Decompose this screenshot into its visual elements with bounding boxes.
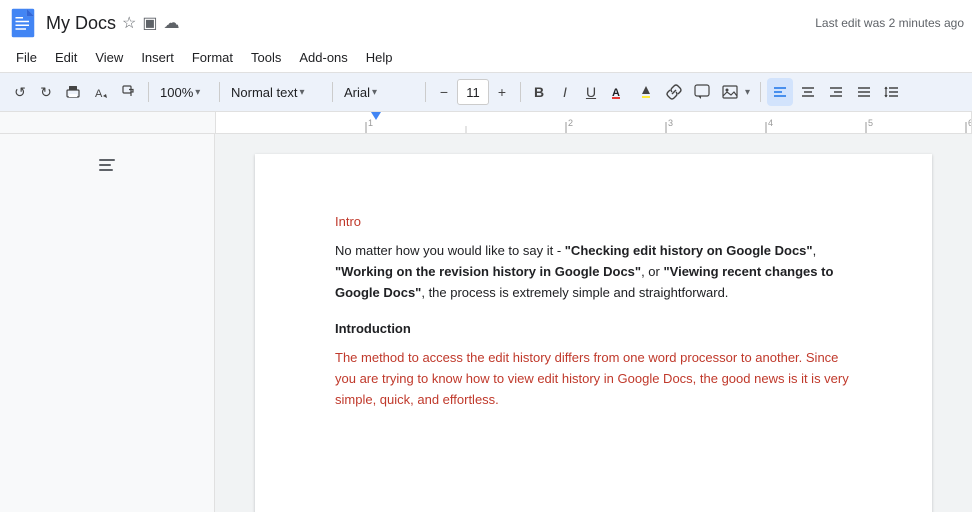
svg-text:A: A [95,88,103,100]
toolbar: ↺ ↻ A 100% ▾ Normal text ▾ Arial ▾ − + B… [0,72,972,112]
italic-button[interactable]: I [553,78,577,106]
font-size-area: − + [432,78,514,106]
menu-addons[interactable]: Add-ons [291,46,355,69]
doc-page: Intro No matter how you would like to sa… [255,154,932,512]
last-edit-text: Last edit was 2 minutes ago [815,16,964,30]
bold-button[interactable]: B [527,78,551,106]
menu-view[interactable]: View [87,46,131,69]
folder-icon[interactable]: ▣ [142,13,157,33]
divider-1 [148,82,149,102]
font-size-increase[interactable]: + [490,78,514,106]
paragraph-2: The method to access the edit history di… [335,348,852,410]
intro-label: Intro [335,214,852,229]
highlight-color-button[interactable] [633,78,659,106]
font-value: Arial [344,85,370,100]
svg-text:6: 6 [968,118,971,128]
comment-button[interactable] [689,78,715,106]
zoom-value: 100% [160,85,193,100]
divider-5 [520,82,521,102]
menu-insert[interactable]: Insert [133,46,182,69]
font-size-input[interactable] [457,79,489,105]
star-icon[interactable]: ☆ [122,13,136,33]
link-button[interactable] [661,78,687,106]
style-select[interactable]: Normal text ▾ [226,78,326,106]
font-size-decrease[interactable]: − [432,78,456,106]
para1-pre: No matter how you would like to say it - [335,243,565,258]
para1-bold1: "Checking edit history on Google Docs" [565,243,813,258]
paragraph-1: No matter how you would like to say it -… [335,241,852,303]
svg-text:5: 5 [868,118,873,128]
outline-icon[interactable] [96,154,118,177]
text-color-button[interactable]: A [605,78,631,106]
zoom-chevron: ▾ [195,87,200,98]
image-button[interactable] [717,78,743,106]
title-section: My Docs ☆ ▣ ☁ Last edit was 2 minutes ag… [46,13,964,34]
menu-help[interactable]: Help [358,46,401,69]
divider-3 [332,82,333,102]
print-button[interactable] [60,78,86,106]
para1-mid1: , [813,243,817,258]
main-area: Intro No matter how you would like to sa… [0,134,972,512]
style-value: Normal text [231,85,297,100]
title-bar: My Docs ☆ ▣ ☁ Last edit was 2 minutes ag… [0,0,972,42]
style-chevron: ▾ [299,87,304,98]
para1-post: , the process is extremely simple and st… [421,285,728,300]
doc-area[interactable]: Intro No matter how you would like to sa… [215,134,972,512]
cloud-icon[interactable]: ☁ [163,13,179,33]
align-right-button[interactable] [823,78,849,106]
doc-title-row: My Docs ☆ ▣ ☁ Last edit was 2 minutes ag… [46,13,964,34]
underline-button[interactable]: U [579,78,603,106]
para1-mid2: , or [641,264,663,279]
ruler: 1 2 3 4 5 6 [0,112,972,134]
font-select[interactable]: Arial ▾ [339,78,419,106]
ruler-inner: 1 2 3 4 5 6 [215,112,972,134]
image-chevron[interactable]: ▾ [745,87,750,98]
zoom-select[interactable]: 100% ▾ [155,78,213,106]
spellcheck-button[interactable]: A [88,78,114,106]
align-center-button[interactable] [795,78,821,106]
divider-6 [760,82,761,102]
align-justify-button[interactable] [851,78,877,106]
divider-2 [219,82,220,102]
sidebar [0,134,215,512]
font-chevron: ▾ [372,87,377,98]
redo-button[interactable]: ↻ [34,78,58,106]
menu-tools[interactable]: Tools [243,46,289,69]
svg-text:3: 3 [668,118,673,128]
section-heading: Introduction [335,321,852,336]
svg-text:2: 2 [568,118,573,128]
google-docs-logo [8,8,38,38]
line-spacing-button[interactable] [879,78,905,106]
menu-file[interactable]: File [8,46,45,69]
svg-text:4: 4 [768,118,773,128]
menu-format[interactable]: Format [184,46,241,69]
menu-bar: File Edit View Insert Format Tools Add-o… [0,42,972,72]
undo-button[interactable]: ↺ [8,78,32,106]
svg-text:1: 1 [368,118,373,128]
para1-bold2: "Working on the revision history in Goog… [335,264,641,279]
divider-4 [425,82,426,102]
menu-edit[interactable]: Edit [47,46,85,69]
paint-format-button[interactable] [116,78,142,106]
doc-title[interactable]: My Docs [46,13,116,34]
align-left-button[interactable] [767,78,793,106]
